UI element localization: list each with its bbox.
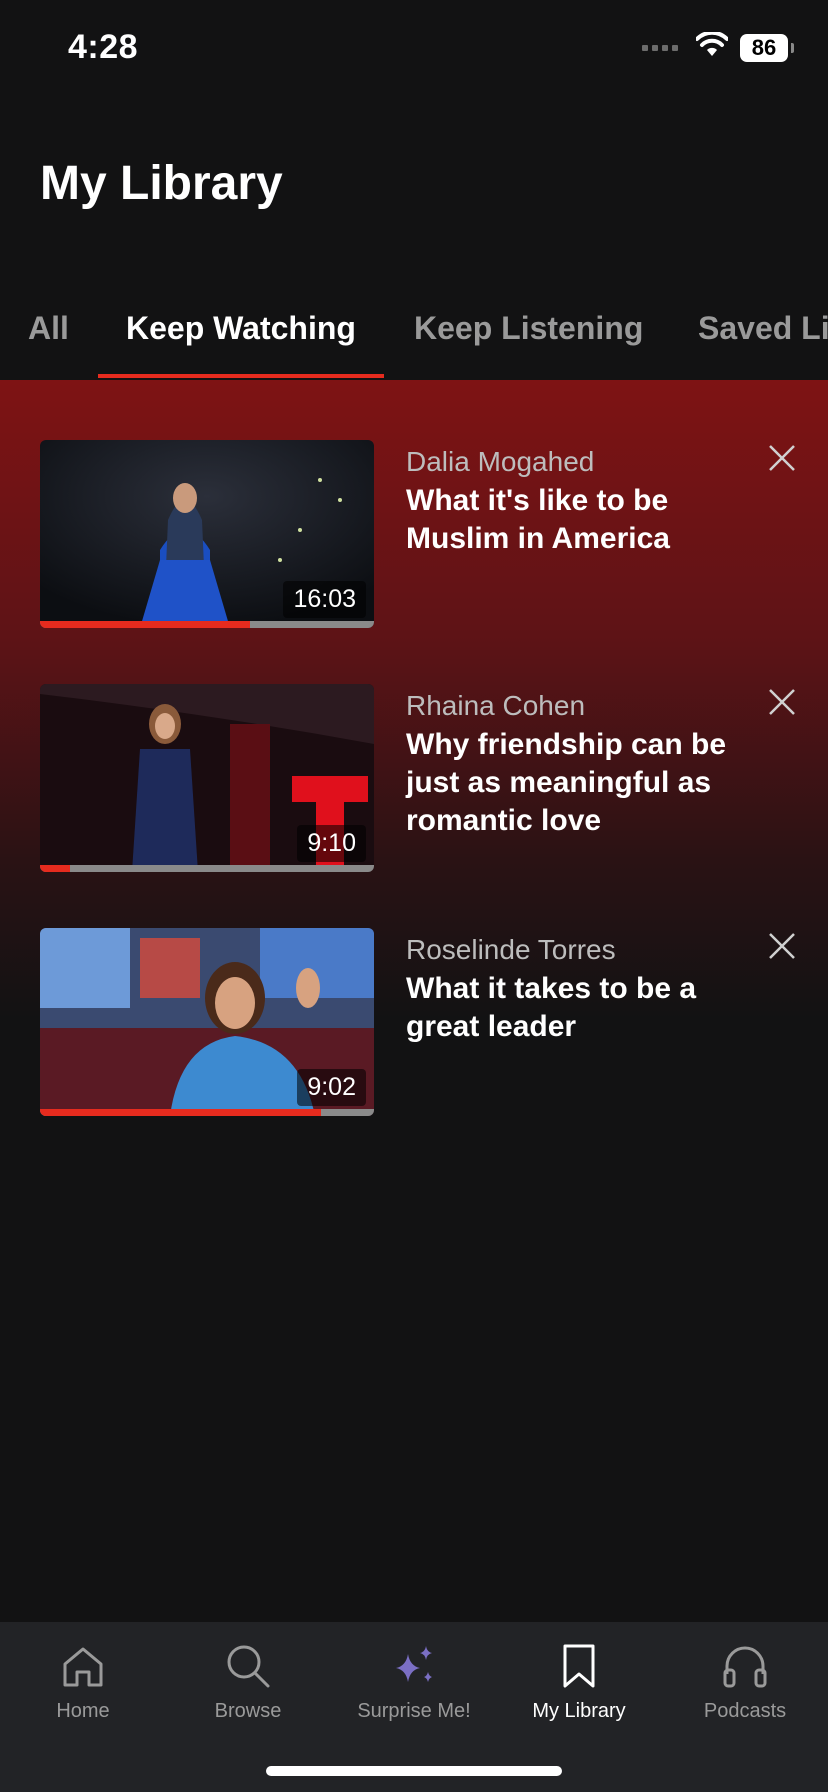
talk-duration: 9:10 bbox=[297, 825, 366, 862]
close-icon[interactable] bbox=[764, 684, 800, 720]
battery-indicator: 86 bbox=[740, 33, 794, 62]
bookmark-icon bbox=[563, 1644, 595, 1688]
wifi-icon bbox=[695, 30, 729, 63]
talk-thumbnail[interactable]: 16:03 bbox=[40, 440, 374, 628]
talk-item[interactable]: 9:02 Roselinde Torres What it takes to b… bbox=[40, 928, 800, 1118]
watch-progress-bar bbox=[40, 865, 374, 872]
talk-thumbnail[interactable]: 9:10 bbox=[40, 684, 374, 872]
watch-progress-fill bbox=[40, 621, 251, 628]
active-tab-indicator bbox=[98, 374, 384, 378]
talk-duration: 16:03 bbox=[283, 581, 366, 618]
search-icon bbox=[227, 1645, 270, 1688]
watch-progress-fill bbox=[40, 1109, 321, 1116]
talk-speaker: Roselinde Torres bbox=[406, 934, 616, 965]
watch-progress-fill bbox=[40, 865, 71, 872]
talk-title[interactable]: Why friendship can be just as meaningful… bbox=[406, 726, 746, 840]
talk-title[interactable]: What it's like to be Muslim in America bbox=[406, 482, 746, 558]
page-title: My Library bbox=[40, 157, 283, 210]
tab-bar-surprise-me[interactable]: Surprise Me! bbox=[339, 1642, 489, 1723]
status-time: 4:28 bbox=[68, 28, 139, 66]
watch-progress-bar bbox=[40, 1109, 374, 1116]
tab-keep-listening[interactable]: Keep Listening bbox=[414, 310, 643, 380]
library-tabs: All Keep Watching Keep Listening Saved L… bbox=[0, 310, 828, 380]
tab-keep-watching[interactable]: Keep Watching bbox=[98, 310, 384, 380]
close-icon[interactable] bbox=[764, 928, 800, 964]
tab-bar-podcasts[interactable]: Podcasts bbox=[670, 1642, 820, 1723]
talk-thumbnail[interactable]: 9:02 bbox=[40, 928, 374, 1116]
talk-item[interactable]: 9:10 Rhaina Cohen Why friendship can be … bbox=[40, 684, 800, 874]
close-icon[interactable] bbox=[764, 440, 800, 476]
talk-title[interactable]: What it takes to be a great leader bbox=[406, 970, 746, 1046]
talk-duration: 9:02 bbox=[297, 1069, 366, 1106]
tab-bar-browse[interactable]: Browse bbox=[173, 1642, 323, 1723]
tab-bar-my-library[interactable]: My Library bbox=[504, 1642, 654, 1723]
sparkle-icon bbox=[396, 1646, 432, 1682]
tab-bar-home[interactable]: Home bbox=[8, 1642, 158, 1723]
talk-speaker: Dalia Mogahed bbox=[406, 446, 595, 477]
home-icon bbox=[63, 1647, 103, 1687]
home-indicator bbox=[266, 1766, 562, 1776]
talk-speaker: Rhaina Cohen bbox=[406, 690, 586, 721]
headphones-icon bbox=[723, 1646, 767, 1688]
watch-progress-bar bbox=[40, 621, 374, 628]
cellular-signal-icon bbox=[642, 44, 678, 51]
talk-item[interactable]: 16:03 Dalia Mogahed What it's like to be… bbox=[40, 440, 800, 630]
tab-all[interactable]: All bbox=[28, 310, 69, 380]
tab-saved-lists[interactable]: Saved Li bbox=[698, 310, 828, 380]
